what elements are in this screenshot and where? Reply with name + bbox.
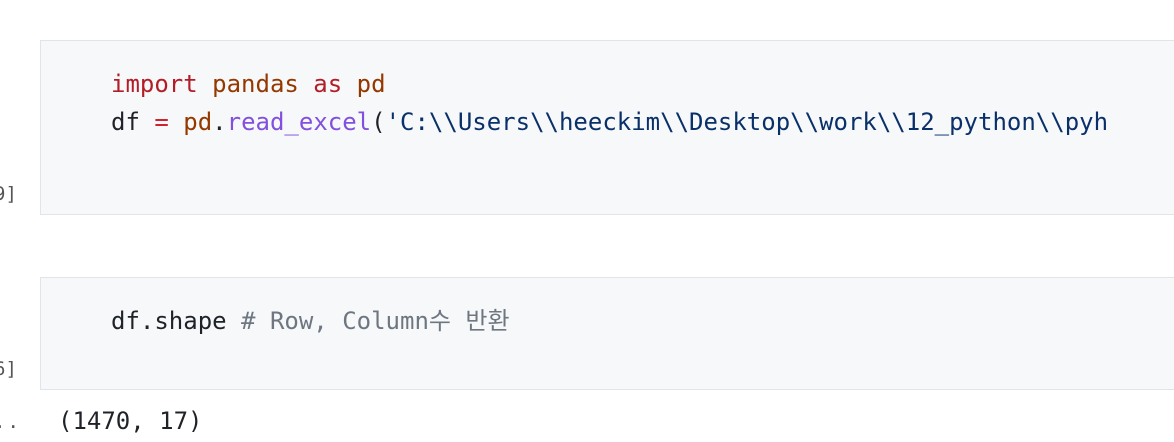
module-ref: pd (168, 108, 213, 136)
code-comment: # Row, Column수 반환 (241, 307, 510, 335)
dot: . (212, 108, 227, 136)
module-name: pandas (197, 70, 314, 98)
function-read-excel: read_excel (226, 108, 372, 136)
keyword-as: as (313, 70, 343, 98)
keyword-import: import (111, 70, 198, 98)
code-line-import: import pandas as pd (111, 65, 386, 103)
code-cell-shape[interactable]: df.shape # Row, Column수 반환 (40, 277, 1174, 390)
cell-output: (1470, 17) (58, 407, 203, 435)
execution-count-2: 6] (0, 358, 17, 380)
code-line-read-excel: df = pd.read_excel('C:\\Users\\heeckim\\… (111, 103, 1108, 141)
alias-name: pd (342, 70, 386, 98)
output-prompt: .. (0, 411, 21, 433)
code-line-shape: df.shape # Row, Column수 반환 (111, 302, 510, 340)
file-path-string: 'C:\\Users\\heeckim\\Desktop\\work\\12_p… (385, 108, 1109, 136)
open-paren: ( (371, 108, 386, 136)
assign-operator: = (154, 108, 169, 136)
code-cell-import[interactable]: import pandas as pd df = pd.read_excel('… (40, 40, 1174, 215)
execution-count-1: 9] (0, 183, 17, 205)
variable-df: df (111, 108, 155, 136)
shape-expression: df.shape (111, 307, 242, 335)
